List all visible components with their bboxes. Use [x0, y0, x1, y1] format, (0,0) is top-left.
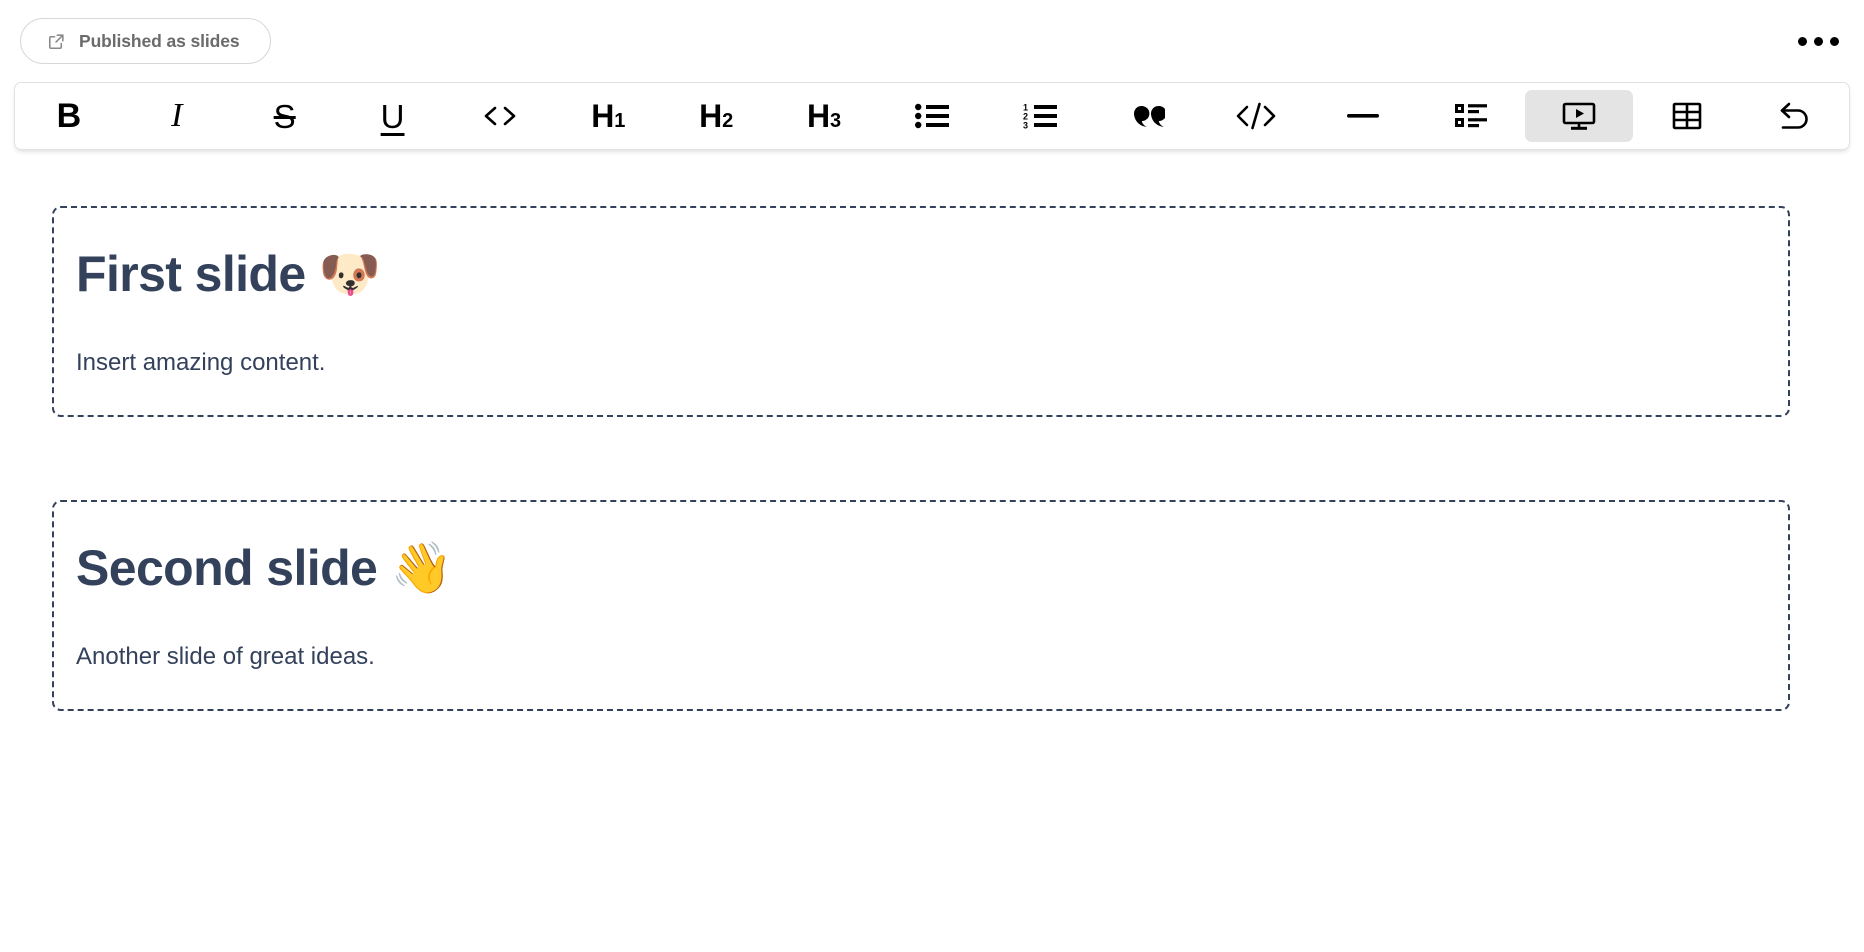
ellipsis-dot: [1829, 36, 1839, 46]
undo-icon: [1778, 101, 1812, 131]
more-options-button[interactable]: [1794, 22, 1842, 60]
bullet-list-icon: [914, 102, 949, 130]
toolbar-button-ordered-list[interactable]: 1 2 3: [986, 90, 1094, 142]
toolbar-button-horizontal-rule[interactable]: [1310, 90, 1418, 142]
editor-toolbar: B I S U H1 H2 H3 1 2 3: [14, 82, 1850, 150]
slide-body[interactable]: Another slide of great ideas.: [54, 640, 1788, 674]
toolbar-button-slides[interactable]: [1525, 90, 1634, 142]
published-as-slides-label: Published as slides: [79, 30, 240, 51]
toolbar-button-undo[interactable]: [1741, 90, 1849, 142]
ordered-list-icon: 1 2 3: [1023, 102, 1057, 130]
toolbar-button-strikethrough[interactable]: S: [231, 90, 339, 142]
heading-3-icon: H3: [806, 98, 842, 134]
italic-icon: I: [171, 97, 183, 134]
heading-1-icon: H1: [591, 98, 626, 134]
top-bar: Published as slides: [0, 0, 1864, 82]
toolbar-button-code-block[interactable]: [1202, 90, 1310, 142]
presentation-icon: [1562, 101, 1596, 131]
slide-title[interactable]: First slide 🐶: [54, 246, 1788, 304]
slide-title[interactable]: Second slide 👋: [54, 540, 1788, 598]
svg-text:3: 3: [1023, 121, 1028, 131]
strikethrough-icon: S: [273, 97, 296, 135]
toolbar-button-heading-3[interactable]: H3: [770, 90, 878, 142]
code-block-icon: [1235, 101, 1277, 131]
toolbar-button-heading-2[interactable]: H2: [662, 90, 770, 142]
slide-block[interactable]: Second slide 👋 Another slide of great id…: [52, 500, 1790, 712]
details-list-icon: [1455, 102, 1488, 130]
published-as-slides-button[interactable]: Published as slides: [20, 18, 271, 64]
blockquote-icon: [1131, 102, 1165, 130]
heading-2-icon: H2: [699, 98, 734, 134]
toolbar-button-heading-1[interactable]: H1: [554, 90, 662, 142]
slides-container: First slide 🐶 Insert amazing content. Se…: [0, 150, 1864, 712]
toolbar-button-table[interactable]: [1633, 90, 1741, 142]
toolbar-button-details-list[interactable]: [1417, 90, 1525, 142]
toolbar-button-bold[interactable]: B: [15, 90, 123, 142]
table-icon: [1672, 101, 1702, 131]
underline-icon: U: [380, 97, 405, 135]
ellipsis-horizontal-icon: [1797, 36, 1807, 46]
toolbar-button-blockquote[interactable]: [1094, 90, 1202, 142]
toolbar-button-bullet-list[interactable]: [878, 90, 986, 142]
external-link-icon: [47, 32, 66, 51]
toolbar-button-italic[interactable]: I: [123, 90, 231, 142]
inline-code-icon: [481, 101, 519, 131]
toolbar-button-inline-code[interactable]: [447, 90, 555, 142]
slide-block[interactable]: First slide 🐶 Insert amazing content.: [52, 206, 1790, 418]
slide-body[interactable]: Insert amazing content.: [54, 346, 1788, 380]
toolbar-button-underline[interactable]: U: [339, 90, 447, 142]
bold-icon: B: [56, 97, 82, 135]
horizontal-rule-icon: [1346, 102, 1380, 130]
ellipsis-dot: [1813, 36, 1823, 46]
